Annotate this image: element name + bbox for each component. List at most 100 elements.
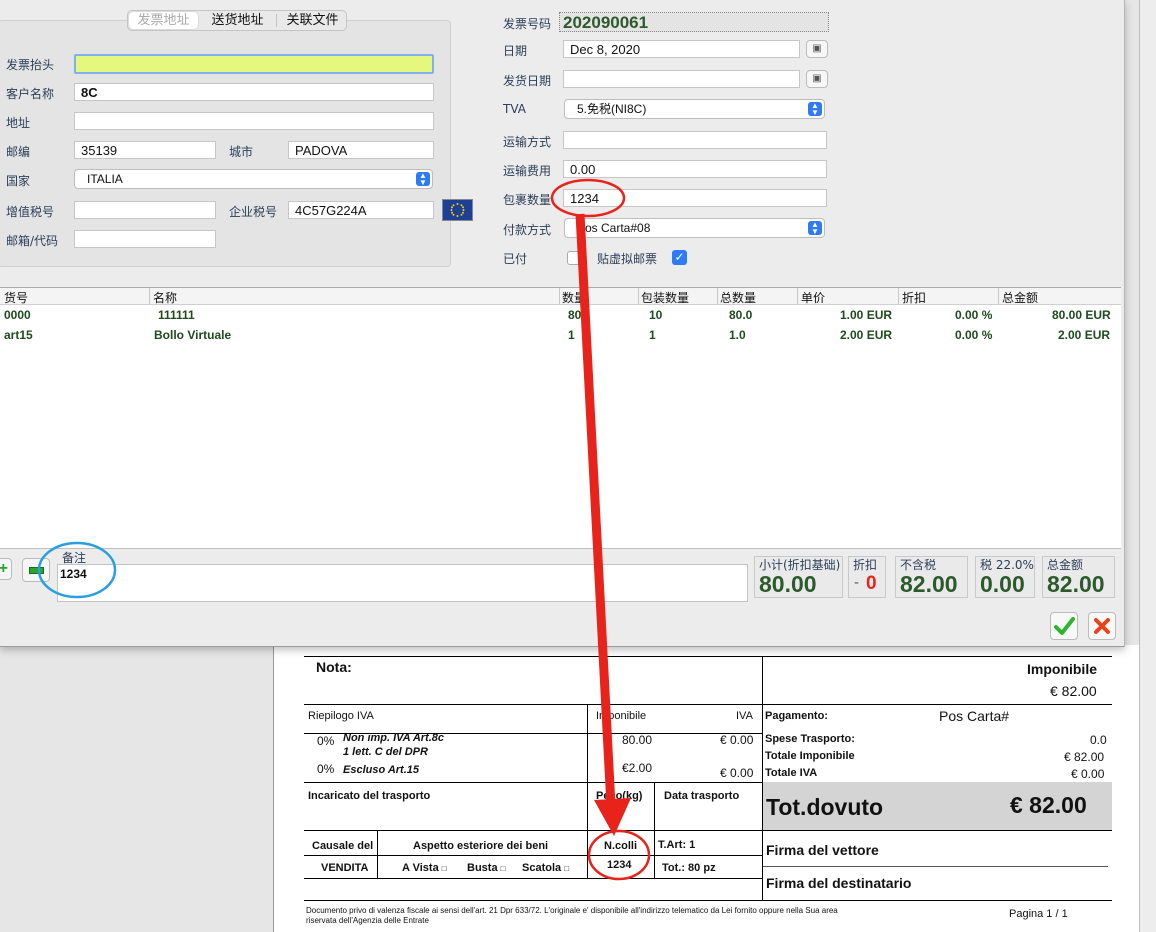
cell-name: Bollo Virtuale — [154, 328, 232, 342]
total-value: 82.00 — [1047, 571, 1105, 597]
aspetto-scatola: Scatola □ — [522, 862, 570, 874]
column-header[interactable]: 数量 — [562, 289, 586, 306]
customer-name-field[interactable]: 8C — [74, 83, 434, 101]
printed-invoice-document: Nota: Imponibile € 82.00 Riepilogo IVA I… — [273, 645, 1143, 932]
peso-label: Peso(kg) — [596, 790, 643, 802]
cell-qty: 80 — [568, 308, 582, 322]
imponibile-label: Imponibile — [1027, 661, 1097, 677]
close-icon — [1094, 618, 1110, 634]
invoice-number-field[interactable]: 202090061 — [559, 12, 829, 32]
totale-iva-label: Totale IVA — [765, 767, 818, 779]
company-tax-field[interactable]: 4C57G224A — [288, 201, 434, 219]
spese-trasporto-value: 0.0 — [1090, 733, 1107, 747]
footer-text: riservata dell'Agenzia delle Entrate — [306, 916, 429, 925]
table-row[interactable]: 0000 111111 80 10 80.0 1.00 EUR 0.00 % 8… — [0, 306, 1121, 325]
background-window-edge — [1139, 0, 1156, 932]
totale-iva-value: € 0.00 — [1071, 767, 1105, 781]
total-box: 总金额 82.00 — [1042, 556, 1115, 598]
tab-invoice-address[interactable]: 发票地址 — [129, 12, 198, 29]
add-row-button[interactable]: + — [0, 558, 12, 580]
notes-field[interactable]: 1234 — [57, 564, 748, 602]
col-divider — [149, 288, 150, 304]
address-label: 地址 — [6, 116, 31, 130]
column-header[interactable]: 折扣 — [902, 289, 926, 306]
incaricato-trasporto-label: Incaricato del trasporto — [308, 790, 431, 802]
page-number: Pagina 1 / 1 — [1009, 908, 1068, 920]
iva-row-pct: 0% — [317, 762, 335, 776]
aspetto-a-vista: A Vista □ — [402, 862, 447, 874]
city-label: 城市 — [229, 145, 254, 159]
column-header[interactable]: 总金额 — [1002, 289, 1038, 306]
payment-method-select[interactable]: Pos Carta#08 ▲ ▼ — [564, 218, 825, 238]
remove-row-button[interactable] — [22, 558, 50, 582]
virtual-stamp-checkbox[interactable]: ✓ — [672, 250, 687, 265]
country-value: ITALIA — [87, 172, 123, 186]
tva-label: TVA — [503, 102, 526, 116]
ncolli-value: 1234 — [607, 859, 632, 871]
totale-imponibile-label: Totale Imponibile — [765, 750, 855, 762]
column-header[interactable]: 名称 — [153, 289, 177, 306]
customer-name-label: 客户名称 — [6, 87, 55, 101]
column-header[interactable]: 单价 — [801, 289, 825, 306]
iva-row-desc: Non imp. IVA Art.8c — [343, 732, 445, 744]
tot-dovuto-label: Tot.dovuto — [766, 794, 884, 820]
invoice-edit-dialog: 发票地址 送货地址 关联文件 发票抬头 客户名称 8C 地址 邮编 35139 … — [0, 0, 1125, 647]
cell-code: 0000 — [4, 308, 31, 322]
col-divider — [717, 288, 718, 304]
data-trasporto-label: Data trasporto — [664, 790, 740, 802]
transport-cost-field[interactable]: 0.00 — [563, 160, 827, 178]
postcode-field[interactable]: 35139 — [74, 141, 216, 159]
discount-value: 0 — [866, 573, 877, 594]
calendar-icon[interactable]: ▣ — [806, 70, 828, 88]
tab-linked-files[interactable]: 关联文件 — [278, 10, 347, 31]
spese-trasporto-label: Spese Trasporto: — [765, 733, 855, 745]
email-code-label: 邮箱/代码 — [6, 234, 59, 248]
package-count-field[interactable]: 1234 — [563, 189, 827, 207]
subtotal-value: 80.00 — [759, 571, 817, 597]
column-header[interactable]: 货号 — [4, 289, 28, 306]
date-field[interactable]: Dec 8, 2020 — [563, 40, 800, 58]
chevron-updown-icon: ▲ ▼ — [808, 102, 822, 117]
column-header[interactable]: 总数量 — [720, 289, 756, 306]
confirm-button[interactable] — [1050, 612, 1078, 640]
vat-number-field[interactable] — [74, 201, 216, 219]
payment-method-label: 付款方式 — [503, 223, 552, 237]
address-field[interactable] — [74, 112, 434, 130]
causale-value: VENDITA — [321, 862, 369, 874]
invoice-number-label: 发票号码 — [503, 17, 552, 31]
column-header[interactable]: 包装数量 — [641, 289, 689, 306]
tva-select[interactable]: 5.免税(NI8C) ▲ ▼ — [564, 99, 825, 119]
cancel-button[interactable] — [1088, 612, 1116, 640]
iva-row-iva: € 0.00 — [720, 766, 754, 780]
footer-text: Documento privo di valenza fiscale ai se… — [306, 906, 838, 915]
tab-shipping-address[interactable]: 送货地址 — [200, 10, 275, 31]
aspetto-busta: Busta □ — [467, 862, 506, 874]
cell-discount: 0.00 % — [955, 308, 993, 322]
cell-pack: 1 — [649, 328, 656, 342]
firma-vettore-label: Firma del vettore — [766, 842, 879, 858]
email-code-field[interactable] — [74, 230, 216, 248]
col-divider — [898, 288, 899, 304]
iva-row-pct: 0% — [317, 734, 335, 748]
invoice-header-field[interactable] — [74, 54, 434, 74]
net-box: 不含税 82.00 — [895, 556, 968, 598]
paid-checkbox[interactable] — [567, 251, 581, 265]
transport-method-field[interactable] — [563, 131, 827, 149]
iva-row-desc: 1 lett. C del DPR — [343, 746, 428, 758]
payment-method-value: Pos Carta#08 — [577, 221, 651, 235]
country-select[interactable]: ITALIA ▲ ▼ — [74, 169, 433, 189]
eu-flag-icon[interactable] — [442, 199, 473, 221]
totale-imponibile-value: € 82.00 — [1064, 750, 1105, 764]
city-field[interactable]: PADOVA — [288, 141, 434, 159]
iva-row-amount: €2.00 — [622, 761, 653, 775]
chevron-updown-icon: ▲ ▼ — [808, 221, 822, 236]
ship-date-label: 发货日期 — [503, 74, 552, 88]
tart-label: T.Art: 1 — [658, 839, 696, 851]
ship-date-field[interactable] — [563, 70, 800, 88]
imponibile-column-header: Imponibile — [596, 710, 647, 722]
table-row[interactable]: art15 Bollo Virtuale 1 1 1.0 2.00 EUR 0.… — [0, 326, 1121, 345]
transport-cost-label: 运输费用 — [503, 164, 552, 178]
pagamento-label: Pagamento: — [765, 710, 828, 722]
col-divider — [559, 288, 560, 304]
calendar-icon[interactable]: ▣ — [806, 40, 828, 58]
